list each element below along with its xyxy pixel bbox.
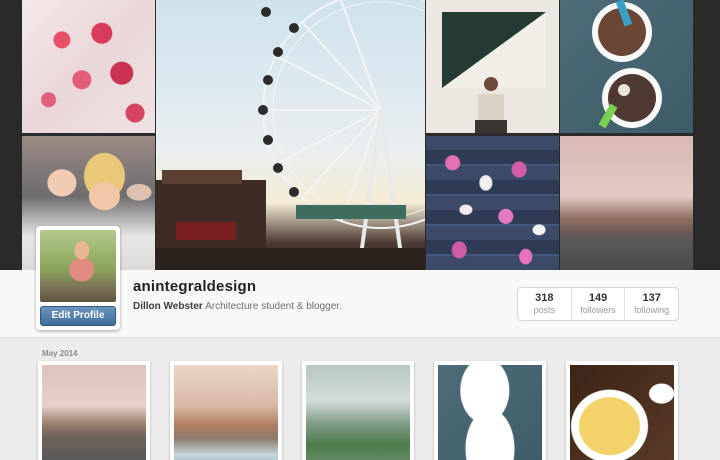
banner-photo-gallery-visitor[interactable] bbox=[426, 0, 559, 133]
stat-value: 149 bbox=[588, 292, 608, 304]
month-heading: May 2014 bbox=[42, 349, 78, 358]
banner-photo-blossoms[interactable] bbox=[22, 0, 155, 133]
photo-card[interactable] bbox=[566, 361, 678, 460]
photo-thumbnail bbox=[42, 365, 146, 460]
banner-photo-road[interactable] bbox=[560, 136, 693, 270]
photo-thumbnail bbox=[570, 365, 674, 460]
banner-photo-ferris-wheel[interactable] bbox=[156, 0, 425, 270]
photo-grid bbox=[38, 361, 682, 460]
stat-label: following bbox=[634, 305, 670, 315]
username: anintegraldesign bbox=[133, 278, 257, 295]
stats-box: 318 posts 149 followers 137 following bbox=[517, 287, 679, 321]
bio-text: Architecture student & blogger. bbox=[205, 301, 342, 312]
gallery-graphic bbox=[442, 12, 546, 133]
stat-label: followers bbox=[580, 305, 616, 315]
banner-photo-petals[interactable] bbox=[426, 136, 559, 270]
bio-line: Dillon Webster Architecture student & bl… bbox=[133, 301, 342, 312]
photo-thumbnail bbox=[306, 365, 410, 460]
photo-card[interactable] bbox=[170, 361, 282, 460]
photo-thumbnail bbox=[174, 365, 278, 460]
photo-thumbnail bbox=[438, 365, 542, 460]
stat-followers[interactable]: 149 followers bbox=[572, 288, 626, 320]
avatar-card: Edit Profile bbox=[36, 226, 120, 330]
stat-posts[interactable]: 318 posts bbox=[518, 288, 572, 320]
banner-photo-ice-cream[interactable] bbox=[560, 0, 693, 133]
stat-value: 137 bbox=[642, 292, 661, 304]
edit-profile-button[interactable]: Edit Profile bbox=[40, 306, 116, 326]
full-name: Dillon Webster bbox=[133, 301, 203, 312]
photo-card[interactable] bbox=[38, 361, 150, 460]
stat-value: 318 bbox=[535, 292, 554, 304]
ice-cream-graphic bbox=[592, 0, 662, 129]
avatar[interactable] bbox=[40, 230, 116, 302]
ferris-wheel-graphic bbox=[156, 0, 425, 270]
photo-card[interactable] bbox=[434, 361, 546, 460]
stat-following[interactable]: 137 following bbox=[625, 288, 678, 320]
stat-label: posts bbox=[533, 305, 556, 315]
photo-card[interactable] bbox=[302, 361, 414, 460]
